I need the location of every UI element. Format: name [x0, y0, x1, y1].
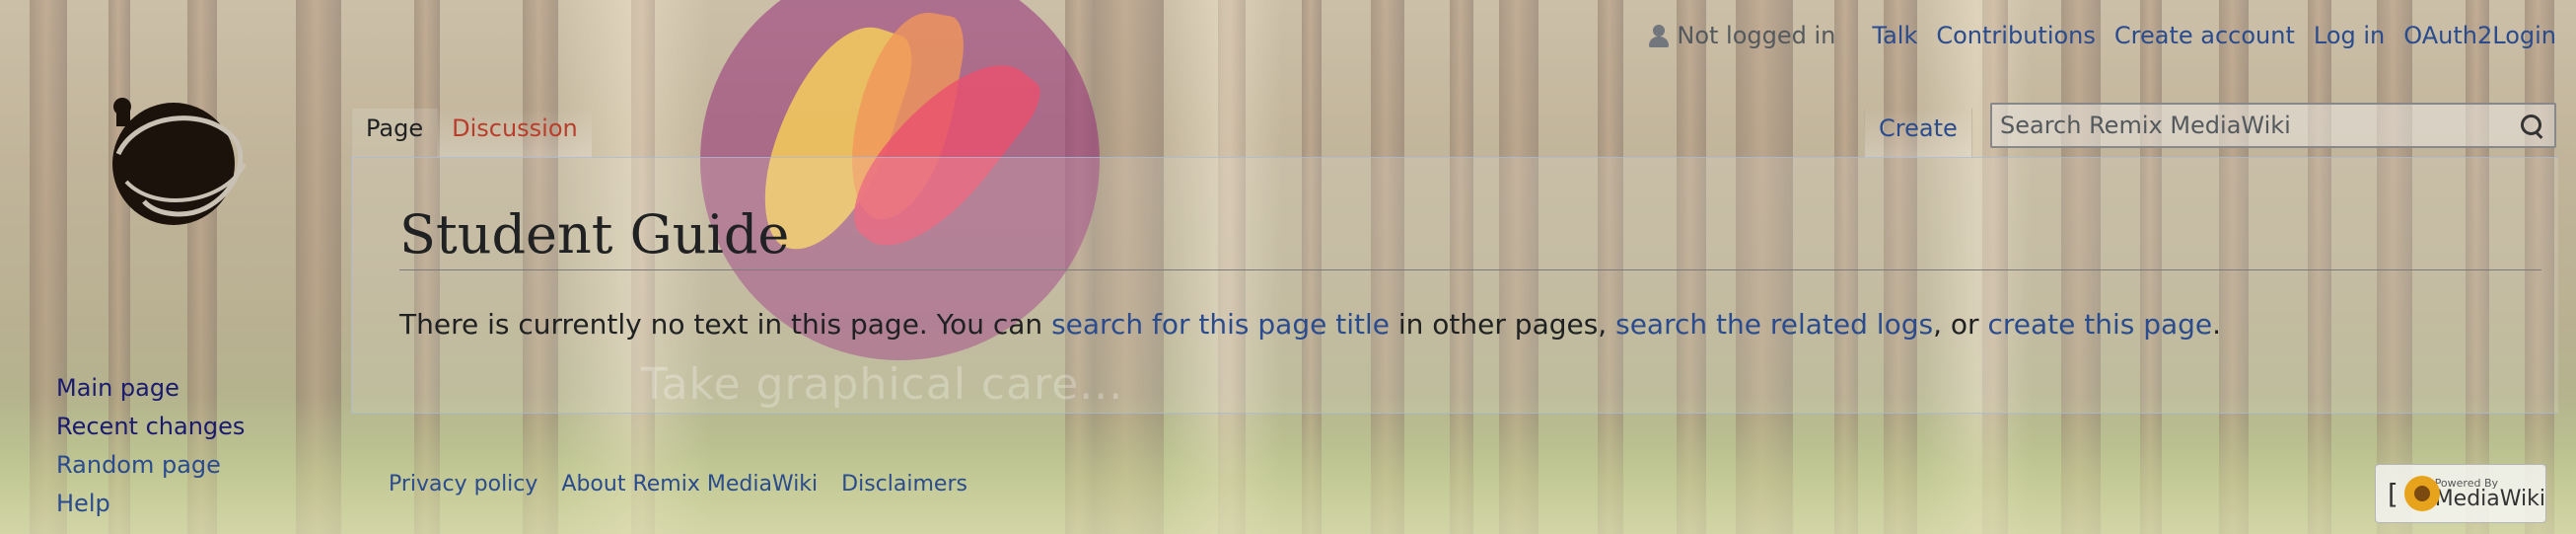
mediawiki-flower-icon — [2400, 472, 2440, 515]
search-title-link[interactable]: search for this page title — [1051, 308, 1390, 341]
contributions-link[interactable]: Contributions — [1936, 22, 2096, 49]
site-logo[interactable] — [97, 85, 256, 229]
no-article-text: There is currently no text in this page.… — [399, 308, 2221, 341]
content-area: Student Guide There is currently no text… — [351, 157, 2558, 414]
bracket-icon: [ — [2384, 477, 2400, 510]
login-status: Not logged in — [1677, 22, 1836, 49]
search-input[interactable] — [1992, 105, 2511, 146]
text-part: There is currently no text in this page.… — [399, 308, 1052, 341]
login-link[interactable]: Log in — [2314, 22, 2385, 49]
talk-link[interactable]: Talk — [1872, 22, 1917, 49]
tab-discussion[interactable]: Discussion — [437, 109, 592, 158]
footer-links: Privacy policy About Remix MediaWiki Dis… — [389, 472, 967, 496]
tab-page[interactable]: Page — [351, 109, 438, 158]
create-account-link[interactable]: Create account — [2114, 22, 2295, 49]
sidebar-item-recent-changes[interactable]: Recent changes — [56, 413, 245, 440]
text-part: . — [2212, 308, 2222, 341]
about-link[interactable]: About Remix MediaWiki — [561, 472, 818, 496]
search-icon[interactable] — [2511, 106, 2550, 145]
sidebar-navigation: Main page Recent changes Random page Hel… — [56, 369, 245, 523]
text-part: in other pages, — [1389, 308, 1616, 341]
privacy-policy-link[interactable]: Privacy policy — [389, 472, 537, 496]
view-tabs: Create — [1864, 109, 1972, 158]
oauth2-login-link[interactable]: OAuth2Login — [2403, 22, 2556, 49]
anon-user: Not logged in — [1649, 22, 1835, 49]
tab-create[interactable]: Create — [1864, 109, 1972, 158]
personal-tools: Not logged in Talk Contributions Create … — [1649, 22, 2556, 49]
user-icon — [1649, 24, 1670, 47]
disclaimers-link[interactable]: Disclaimers — [841, 472, 967, 496]
search-logs-link[interactable]: search the related logs — [1615, 308, 1933, 341]
text-part: , or — [1933, 308, 1988, 341]
powered-by-mediawiki-badge[interactable]: [ ] Powered By MediaWiki — [2375, 464, 2546, 523]
sidebar-item-main-page[interactable]: Main page — [56, 374, 179, 402]
sidebar-item-help[interactable]: Help — [56, 490, 110, 517]
sidebar-item-random-page[interactable]: Random page — [56, 451, 221, 479]
page-title: Student Guide — [399, 203, 2541, 270]
search-box — [1990, 103, 2556, 148]
mediawiki-label: MediaWiki — [2434, 486, 2545, 511]
create-page-link[interactable]: create this page — [1987, 308, 2212, 341]
namespace-tabs: Page Discussion — [351, 109, 592, 158]
